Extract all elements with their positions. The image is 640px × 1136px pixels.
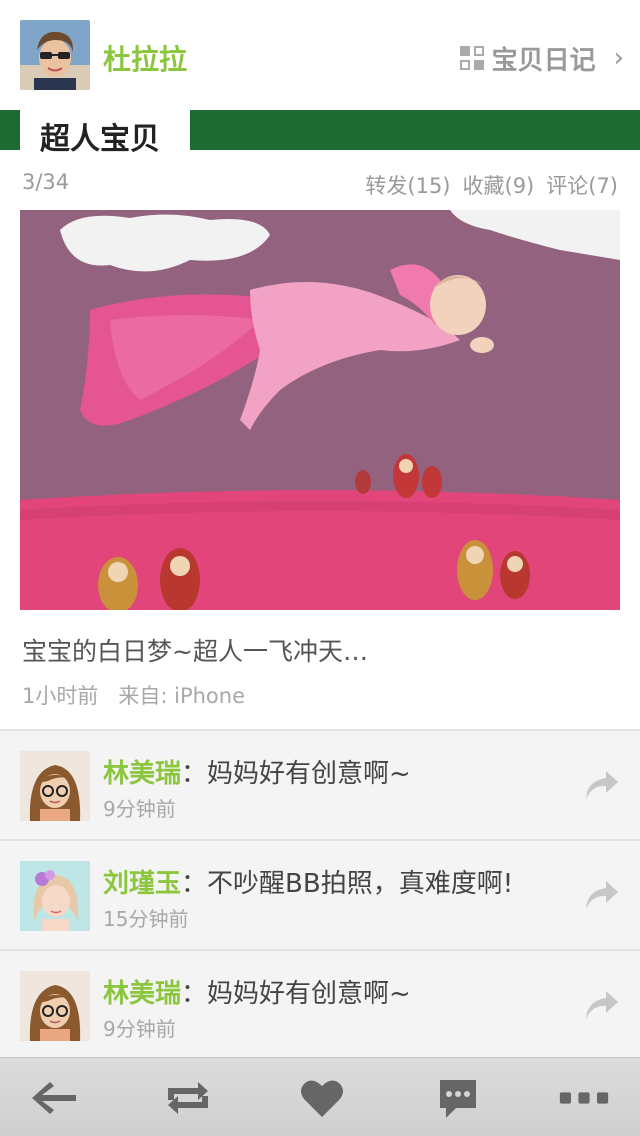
comment-text: ：妈妈好有创意啊~ [181,979,411,1009]
user-avatar[interactable] [20,20,90,90]
commenter-name[interactable]: 刘瑾玉 [103,869,181,899]
profile-header: 杜拉拉 宝贝日记 › [0,0,640,110]
comment-item[interactable]: 林美瑞：妈妈好有创意啊~ 9分钟前 [0,731,640,841]
commenter-avatar[interactable] [20,861,90,931]
commenter-avatar[interactable] [20,751,90,821]
back-arrow-icon[interactable] [28,1076,80,1120]
username[interactable]: 杜拉拉 [103,38,187,78]
comment-text: ：不吵醒BB拍照，真难度啊! [181,869,514,899]
commenter-name[interactable]: 林美瑞 [103,979,181,1009]
post-source: 来自: iPhone [118,684,246,708]
repost-count[interactable]: 转发(15) [365,170,450,200]
share-icon[interactable] [584,769,620,801]
more-icon[interactable] [558,1076,610,1120]
post-caption: 宝宝的白日梦~超人一飞冲天… [22,637,368,666]
comment-text-line: 林美瑞：妈妈好有创意啊~ [103,973,411,1010]
post-meta: 3/34 转发(15) 收藏(9) 评论(7) [22,170,618,200]
post-stats: 转发(15) 收藏(9) 评论(7) [365,170,618,200]
comment-text: ：妈妈好有创意啊~ [181,759,411,789]
comment-time: 9分钟前 [103,797,176,821]
photo-position: 3/34 [22,170,70,194]
commenter-name[interactable]: 林美瑞 [103,759,181,789]
chevron-right-icon: › [613,43,624,73]
comment-list: 林美瑞：妈妈好有创意啊~ 9分钟前 刘瑾玉：不吵醒BB拍照，真难度啊! 15分钟… [0,729,640,1061]
grid-icon [459,46,484,70]
share-icon[interactable] [584,879,620,911]
repost-icon[interactable] [162,1076,214,1120]
comment-text-line: 林美瑞：妈妈好有创意啊~ [103,753,411,790]
baby-diary-link[interactable]: 宝贝日记 › [459,38,624,78]
heart-icon[interactable] [296,1076,348,1120]
section-title: 超人宝贝 [40,122,160,157]
comment-text-line: 刘瑾玉：不吵醒BB拍照，真难度啊! [103,863,513,900]
comment-item[interactable]: 林美瑞：妈妈好有创意啊~ 9分钟前 [0,951,640,1061]
favorite-count[interactable]: 收藏(9) [463,170,535,200]
comment-icon[interactable] [432,1076,484,1120]
comment-time: 9分钟前 [103,1017,176,1041]
share-icon[interactable] [584,989,620,1021]
baby-diary-label: 宝贝日记 [491,45,596,76]
post-photo[interactable] [20,210,620,610]
post-time: 1小时前 [22,684,99,708]
comment-item[interactable]: 刘瑾玉：不吵醒BB拍照，真难度啊! 15分钟前 [0,841,640,951]
comment-count[interactable]: 评论(7) [546,170,618,200]
post-time-source: 1小时前 来自: iPhone [22,680,245,710]
commenter-avatar[interactable] [20,971,90,1041]
comment-time: 15分钟前 [103,907,189,931]
bottom-toolbar [0,1057,640,1136]
